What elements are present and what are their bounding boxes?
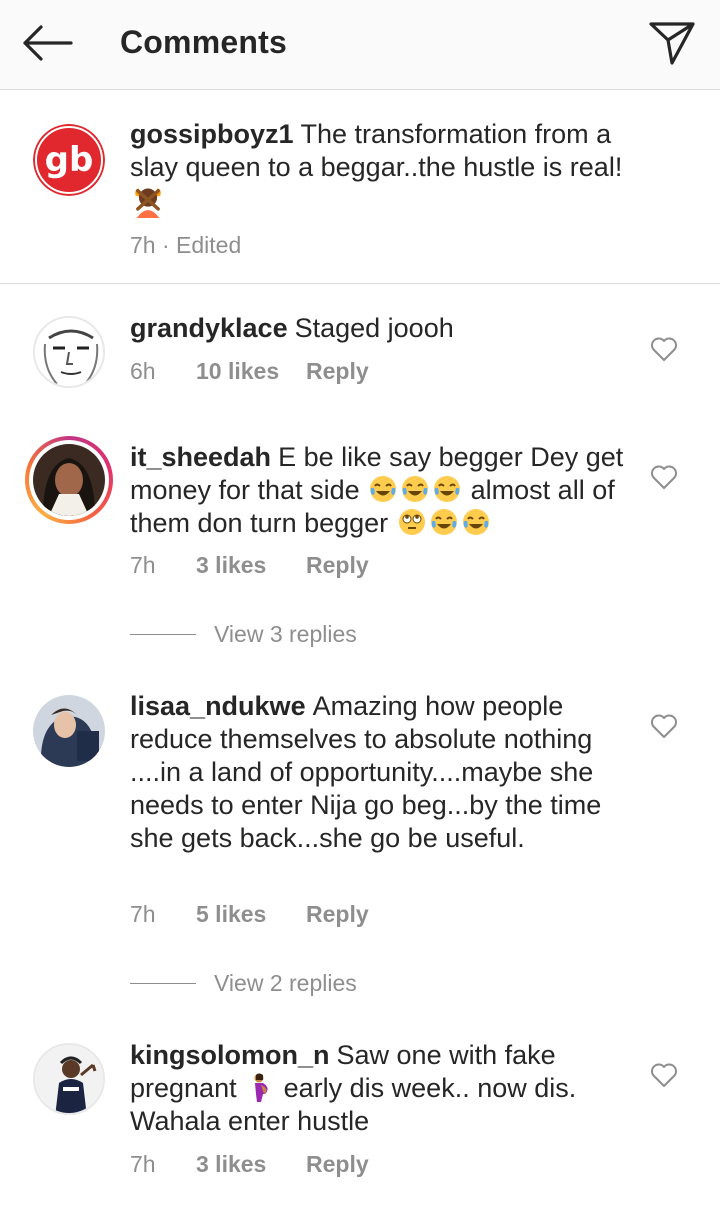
page-title: Comments	[120, 24, 287, 60]
person-gesturing-no-emoji	[135, 188, 161, 218]
profile-photo	[35, 1045, 103, 1113]
rolling-eyes-emoji	[398, 509, 425, 535]
comment-time: 7h	[130, 552, 156, 578]
divider-line	[130, 983, 196, 984]
tears-of-joy-emoji	[402, 476, 429, 502]
view-replies-link[interactable]: View 2 replies	[130, 970, 357, 997]
reply-button[interactable]: Reply	[306, 358, 369, 385]
divider-line	[130, 634, 196, 635]
comment-time: 6h	[130, 358, 156, 384]
comment-meta: 7h 3 likes Reply	[130, 1151, 369, 1178]
comment-time: 7h	[130, 901, 156, 927]
comment-text: lisaa_ndukwe Amazing how people reduce th…	[130, 690, 635, 855]
view-replies-link[interactable]: View 3 replies	[130, 621, 357, 648]
username[interactable]: it_sheedah	[130, 442, 271, 472]
comment-body: Staged joooh	[294, 313, 454, 343]
comment-time: 7h	[130, 1151, 156, 1177]
caption-meta: 7h · Edited	[130, 232, 241, 259]
heart-icon[interactable]	[650, 1062, 678, 1088]
tears-of-joy-emoji	[430, 509, 457, 535]
tears-of-joy-emoji	[462, 509, 489, 535]
comment-text: kingsolomon_n Saw one with fake pregnant …	[130, 1039, 635, 1138]
likes-count[interactable]: 5 likes	[196, 901, 306, 928]
caption-text: gossipboyz1 The transformation from a sla…	[130, 118, 635, 221]
avatar-initials: gb	[44, 140, 94, 180]
tears-of-joy-emoji	[370, 476, 397, 502]
avatar[interactable]: gb	[33, 124, 105, 196]
avatar[interactable]	[33, 316, 105, 388]
avatar[interactable]	[33, 1043, 105, 1115]
back-arrow-icon	[23, 25, 73, 61]
back-button[interactable]	[18, 20, 76, 66]
likes-count[interactable]: 10 likes	[196, 358, 306, 385]
view-replies-label: View 2 replies	[214, 970, 357, 996]
reply-button[interactable]: Reply	[306, 901, 369, 928]
caption-block: gb gossipboyz1 The transformation from a …	[0, 91, 720, 284]
comment-text: it_sheedah E be like say begger Dey get m…	[130, 441, 635, 540]
username[interactable]: kingsolomon_n	[130, 1040, 330, 1070]
view-replies-label: View 3 replies	[214, 621, 357, 647]
sketch-face-image	[35, 318, 103, 386]
profile-photo	[33, 695, 105, 767]
avatar[interactable]	[33, 695, 105, 767]
likes-count[interactable]: 3 likes	[196, 552, 306, 579]
comment-text: grandyklace Staged joooh	[130, 312, 635, 345]
username[interactable]: grandyklace	[130, 313, 288, 343]
reply-button[interactable]: Reply	[306, 552, 369, 579]
comment-meta: 6h 10 likes Reply	[130, 358, 369, 385]
caption-time: 7h · Edited	[130, 232, 242, 258]
heart-icon[interactable]	[650, 713, 678, 739]
username[interactable]: gossipboyz1	[130, 119, 294, 149]
profile-photo	[33, 444, 105, 516]
heart-icon[interactable]	[650, 464, 678, 490]
story-ring[interactable]	[25, 436, 113, 524]
heart-icon[interactable]	[650, 336, 678, 362]
share-button[interactable]	[644, 16, 700, 70]
paper-plane-icon	[649, 22, 695, 65]
reply-button[interactable]: Reply	[306, 1151, 369, 1178]
top-bar: Comments	[0, 0, 720, 90]
tears-of-joy-emoji	[434, 476, 461, 502]
pregnant-woman-emoji	[254, 1073, 268, 1102]
avatar	[33, 444, 105, 516]
username[interactable]: lisaa_ndukwe	[130, 691, 306, 721]
likes-count[interactable]: 3 likes	[196, 1151, 306, 1178]
comment-meta: 7h 5 likes Reply	[130, 901, 369, 928]
comment-meta: 7h 3 likes Reply	[130, 552, 369, 579]
